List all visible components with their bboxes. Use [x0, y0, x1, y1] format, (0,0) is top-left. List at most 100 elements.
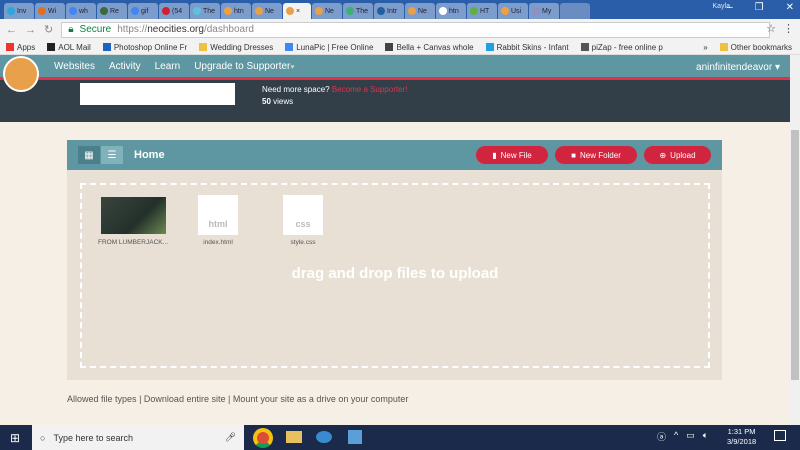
file-explorer-icon[interactable] [286, 431, 302, 443]
back-icon[interactable]: ← [6, 24, 17, 36]
new-folder-button[interactable]: ■ New Folder [555, 146, 637, 164]
bookmark-star-icon[interactable]: ☆ [766, 22, 776, 35]
new-tab-button[interactable] [560, 3, 590, 19]
browser-tab[interactable]: My [529, 3, 559, 19]
windows-start-icon[interactable]: ⊞ [10, 431, 20, 445]
tab-title: htn [234, 7, 244, 15]
bookmark-item[interactable]: LunaPic | Free Online [285, 43, 373, 52]
tab-favicon-icon [100, 7, 108, 15]
browser-tab[interactable]: gif [128, 3, 158, 19]
clock[interactable]: 1:31 PM 3/9/2018 [727, 427, 756, 447]
list-view-button[interactable]: ☰ [101, 146, 123, 164]
taskbar-search[interactable]: ○ Type here to search 🎤︎ [32, 425, 244, 450]
browser-tab[interactable]: Re [97, 3, 127, 19]
microphone-icon[interactable]: 🎤︎ [225, 432, 236, 443]
upload-button[interactable]: ⊕ Upload [644, 146, 711, 164]
new-folder-label: New Folder [579, 150, 621, 160]
bookmark-label: Apps [17, 42, 36, 52]
tab-favicon-icon [255, 7, 263, 15]
folder-icon [719, 43, 728, 51]
close-button[interactable]: ✕ [786, 2, 794, 13]
app-taskbar-icon[interactable] [316, 431, 332, 443]
browser-tab[interactable]: htn [221, 3, 251, 19]
css-file-icon: css [283, 195, 323, 235]
bookmark-item[interactable]: AOL Mail [47, 43, 91, 52]
folder-title: Home [134, 149, 165, 161]
url-host: neocities.org [147, 24, 204, 35]
account-menu[interactable]: aninfinitendeavor ▾ [696, 62, 780, 73]
other-bookmarks-label: Other bookmarks [730, 42, 792, 52]
browser-tab[interactable]: htn [436, 3, 466, 19]
minimize-button[interactable]: – [727, 2, 733, 13]
bookmark-item[interactable]: piZap - free online p [580, 43, 663, 52]
tab-title: Intr [387, 7, 398, 15]
account-name: aninfinitendeavor [696, 62, 773, 73]
browser-tab[interactable]: Inv [4, 3, 34, 19]
tab-title: Wi [48, 7, 57, 15]
chrome-taskbar-icon[interactable] [253, 428, 273, 448]
bookmark-item[interactable]: Wedding Dresses [199, 43, 273, 52]
tab-favicon-icon [162, 7, 170, 15]
browser-tab[interactable]: Wi [35, 3, 65, 19]
folder-icon: ■ [571, 150, 576, 160]
neocities-logo[interactable] [3, 56, 39, 92]
browser-tab[interactable]: The [343, 3, 373, 19]
reload-icon[interactable]: ↻ [44, 23, 53, 36]
bookmark-item[interactable]: Photoshop Online Fr [102, 43, 187, 52]
volume-icon[interactable]: 🔈︎ [703, 430, 708, 443]
nav-learn[interactable]: Learn [155, 61, 181, 72]
tab-favicon-icon [470, 7, 478, 15]
browser-tab[interactable]: Ne [312, 3, 342, 19]
bookmark-item[interactable]: Bella + Canvas whole [385, 42, 474, 52]
file-name: FROM LUMBERJACK... [97, 239, 169, 246]
people-icon[interactable]: ⓐ [657, 430, 666, 443]
browser-tab[interactable]: wh [66, 3, 96, 19]
bookmark-item[interactable]: Apps [6, 43, 35, 52]
battery-icon[interactable]: ▭ [686, 430, 695, 443]
browser-tab[interactable]: The [190, 3, 220, 19]
separator: | [139, 394, 142, 404]
bookmark-label: Bella + Canvas whole [396, 42, 474, 52]
tab-favicon-icon [532, 7, 540, 15]
browser-tab[interactable]: Ne [252, 3, 282, 19]
views-label: views [273, 97, 294, 106]
bookmark-icon [485, 43, 494, 51]
tab-title: (54 [172, 7, 183, 15]
scrollbar-thumb[interactable] [791, 130, 799, 380]
browser-tab[interactable]: (54 [159, 3, 189, 19]
browser-tab[interactable]: × [283, 3, 311, 19]
bookmark-item[interactable]: Rabbit Skins - Infant [485, 43, 569, 52]
maximize-button[interactable]: ❐ [755, 2, 764, 13]
nav-upgrade[interactable]: Upgrade to Supporter♥ [194, 61, 294, 72]
browser-tab[interactable]: Usi [498, 3, 528, 19]
more-bookmarks-button[interactable]: » [703, 43, 707, 52]
allowed-file-types-link[interactable]: Allowed file types [67, 394, 137, 404]
nav-websites[interactable]: Websites [54, 61, 95, 72]
chevron-up-icon[interactable]: ^ [674, 430, 678, 443]
notifications-icon[interactable] [774, 430, 786, 441]
file-item[interactable]: FROM LUMBERJACK... [93, 195, 173, 246]
browser-tab[interactable]: Intr [374, 3, 404, 19]
site-screenshot[interactable] [80, 83, 235, 105]
nav-activity[interactable]: Activity [109, 61, 141, 72]
bookmark-label: LunaPic | Free Online [296, 42, 374, 52]
browser-tab[interactable]: HT [467, 3, 497, 19]
grid-view-button[interactable]: ▦ [78, 146, 100, 164]
mount-drive-link[interactable]: Mount your site as a drive on your compu… [233, 394, 409, 404]
file-item[interactable]: html index.html [178, 195, 258, 246]
menu-icon[interactable]: ⋮ [783, 22, 794, 35]
tab-favicon-icon [69, 7, 77, 15]
tab-title: Ne [418, 7, 427, 15]
other-bookmarks[interactable]: Other bookmarks [719, 42, 792, 52]
become-supporter-link[interactable]: Become a Supporter! [332, 85, 408, 94]
forward-icon[interactable]: → [25, 24, 36, 36]
new-file-button[interactable]: ▮ New File [476, 146, 548, 164]
views-count: 50 views [262, 97, 293, 106]
download-site-link[interactable]: Download entire site [144, 394, 226, 404]
bookmark-icon [580, 43, 589, 51]
browser-tab[interactable]: Ne [405, 3, 435, 19]
file-item[interactable]: css style.css [263, 195, 343, 246]
app-taskbar-icon[interactable] [348, 430, 362, 444]
site-nav: Websites Activity Learn Upgrade to Suppo… [0, 55, 790, 80]
url-input[interactable]: 🔒︎ Secure https://neocities.org/dashboar… [61, 21, 770, 38]
